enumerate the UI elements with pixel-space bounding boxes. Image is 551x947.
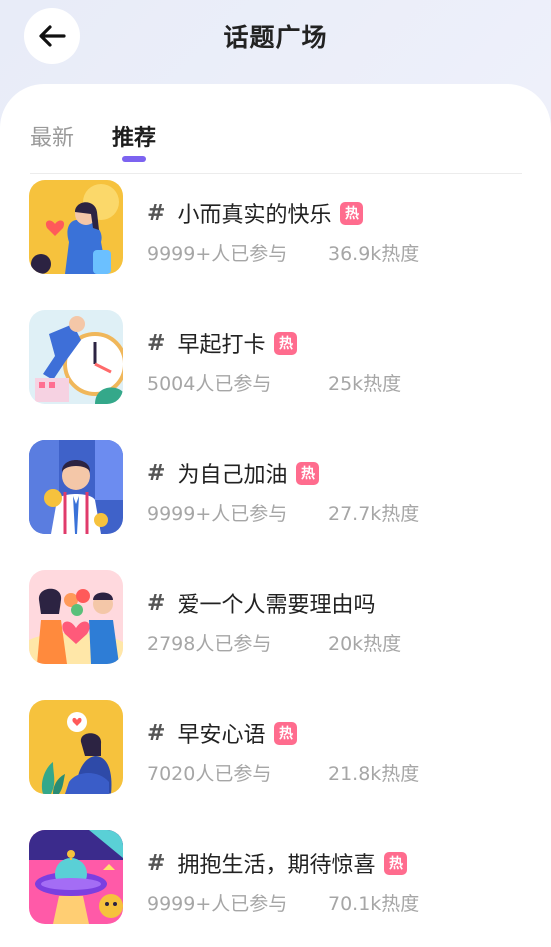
topic-title-line: # 拥抱生活，期待惊喜 热 <box>147 847 408 879</box>
participant-count: 9999+人已参与 <box>147 893 288 915</box>
hashtag-icon: # <box>147 720 166 746</box>
hashtag-icon: # <box>147 590 166 616</box>
topic-stats: 2798人已参与 20k热度 <box>147 629 401 656</box>
heat-count: 25k热度 <box>328 373 402 395</box>
tab-recommended-label: 推荐 <box>112 126 157 151</box>
heat-count: 36.9k热度 <box>328 243 420 265</box>
topic-thumbnail <box>29 830 123 924</box>
content-panel: 最新 推荐 # 小而真实的快乐 热 9999+人已参与 36.9k热度 # 早起… <box>0 84 551 947</box>
topic-thumbnail <box>29 180 123 274</box>
topic-item[interactable]: # 爱一个人需要理由吗 2798人已参与 20k热度 <box>0 570 551 670</box>
tab-latest[interactable]: 最新 <box>30 120 74 152</box>
topic-item[interactable]: # 小而真实的快乐 热 9999+人已参与 36.9k热度 <box>0 180 551 280</box>
hot-badge: 热 <box>274 331 298 355</box>
hot-badge: 热 <box>296 461 320 485</box>
tab-divider <box>30 173 522 174</box>
participant-count: 2798人已参与 <box>147 633 272 655</box>
topic-title-line: # 早安心语 热 <box>147 717 298 749</box>
topic-item[interactable]: # 早安心语 热 7020人已参与 21.8k热度 <box>0 700 551 800</box>
tab-recommended[interactable]: 推荐 <box>112 120 157 162</box>
topic-stats: 5004人已参与 25k热度 <box>147 369 401 396</box>
tab-bar: 最新 推荐 <box>30 120 194 162</box>
hashtag-icon: # <box>147 850 166 876</box>
header-bar: 话题广场 <box>0 0 551 80</box>
topic-title-line: # 早起打卡 热 <box>147 327 298 359</box>
topic-title: 早安心语 <box>177 723 266 748</box>
participant-count: 7020人已参与 <box>147 763 272 785</box>
topic-stats: 9999+人已参与 70.1k热度 <box>147 889 419 916</box>
participant-count: 9999+人已参与 <box>147 503 288 525</box>
topic-thumbnail <box>29 700 123 794</box>
topic-title: 拥抱生活，期待惊喜 <box>177 853 376 878</box>
hashtag-icon: # <box>147 460 166 486</box>
topic-thumbnail <box>29 570 123 664</box>
topic-title-line: # 为自己加油 热 <box>147 457 320 489</box>
topic-item[interactable]: # 早起打卡 热 5004人已参与 25k热度 <box>0 310 551 410</box>
heat-count: 27.7k热度 <box>328 503 420 525</box>
topic-title: 为自己加油 <box>177 463 288 488</box>
topic-title: 早起打卡 <box>177 333 266 358</box>
topic-thumbnail <box>29 440 123 534</box>
page-title: 话题广场 <box>223 23 328 52</box>
topic-stats: 9999+人已参与 27.7k热度 <box>147 499 419 526</box>
heat-count: 21.8k热度 <box>328 763 420 785</box>
heat-count: 70.1k热度 <box>328 893 420 915</box>
hot-badge: 热 <box>384 851 408 875</box>
topic-item[interactable]: # 拥抱生活，期待惊喜 热 9999+人已参与 70.1k热度 <box>0 830 551 930</box>
topic-stats: 7020人已参与 21.8k热度 <box>147 759 419 786</box>
topic-stats: 9999+人已参与 36.9k热度 <box>147 239 419 266</box>
participant-count: 9999+人已参与 <box>147 243 288 265</box>
active-tab-indicator <box>122 156 147 162</box>
topic-item[interactable]: # 为自己加油 热 9999+人已参与 27.7k热度 <box>0 440 551 540</box>
participant-count: 5004人已参与 <box>147 373 272 395</box>
hashtag-icon: # <box>147 330 166 356</box>
hashtag-icon: # <box>147 200 166 226</box>
topic-title-line: # 爱一个人需要理由吗 <box>147 587 375 619</box>
topic-thumbnail <box>29 310 123 404</box>
hot-badge: 热 <box>340 201 364 225</box>
topic-title: 爱一个人需要理由吗 <box>177 593 376 618</box>
heat-count: 20k热度 <box>328 633 402 655</box>
hot-badge: 热 <box>274 721 298 745</box>
topic-title: 小而真实的快乐 <box>177 203 332 228</box>
topic-title-line: # 小而真实的快乐 热 <box>147 197 364 229</box>
